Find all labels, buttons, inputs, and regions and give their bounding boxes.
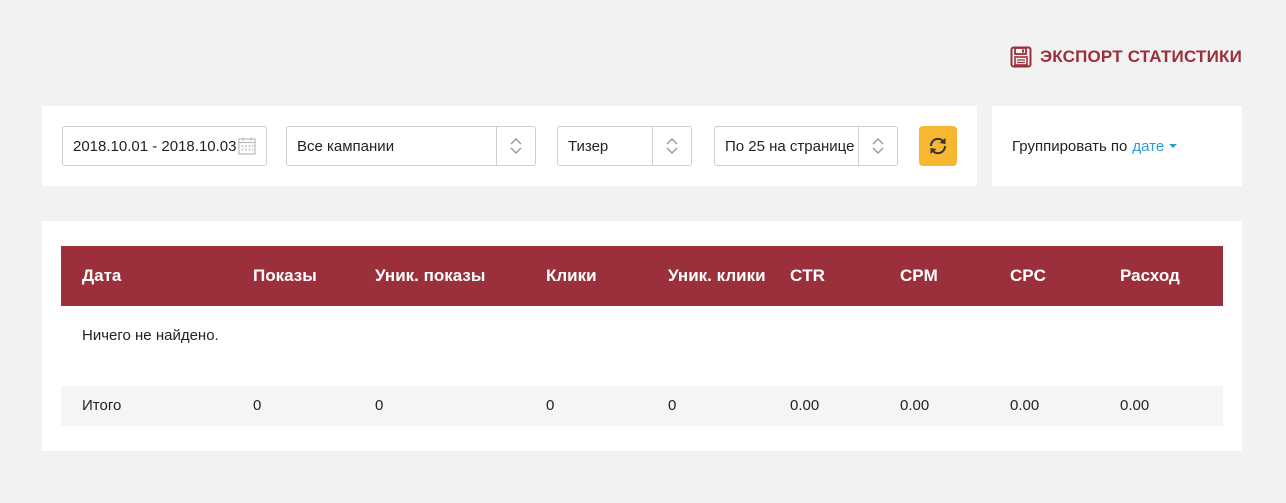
calendar-icon: [238, 137, 256, 155]
filters-panel: 2018.10.01 - 2018.10.03 Все кампании Тиз…: [42, 106, 977, 186]
ad-type-value: Тизер: [568, 137, 609, 155]
grouping-label: Группировать по: [1012, 137, 1128, 155]
totals-cell: Итого: [82, 397, 122, 414]
grouping-dropdown[interactable]: дате: [1132, 137, 1178, 155]
grouping-panel: Группировать по дате: [992, 106, 1242, 186]
chevron-up-down-icon: [666, 138, 678, 154]
column-header[interactable]: Расход: [1120, 246, 1180, 306]
column-header[interactable]: Показы: [253, 246, 317, 306]
date-range-value: 2018.10.01 - 2018.10.03: [73, 137, 237, 155]
grouping-value: дате: [1132, 137, 1165, 155]
per-page-value: По 25 на странице: [725, 137, 855, 155]
floppy-disk-icon: [1010, 46, 1032, 68]
empty-message: Ничего не найдено.: [82, 327, 219, 344]
chevron-up-down-icon: [510, 138, 522, 154]
column-header[interactable]: CTR: [790, 246, 825, 306]
export-label: ЭКСПОРТ СТАТИСТИКИ: [1039, 47, 1242, 66]
ad-type-select-toggle[interactable]: [652, 127, 691, 165]
campaign-select-toggle[interactable]: [496, 127, 535, 165]
export-statistics-button[interactable]: ЭКСПОРТ СТАТИСТИКИ: [1010, 46, 1242, 68]
totals-cell: 0.00: [1010, 397, 1040, 414]
campaign-value: Все кампании: [297, 137, 395, 155]
column-header[interactable]: CPM: [900, 246, 938, 306]
column-header[interactable]: Дата: [82, 246, 121, 306]
caret-down-icon: [1169, 144, 1178, 148]
totals-cell: 0.00: [900, 397, 930, 414]
column-header[interactable]: Клики: [546, 246, 597, 306]
chevron-up-down-icon: [872, 138, 884, 154]
statistics-page: ЭКСПОРТ СТАТИСТИКИ 2018.10.01 - 2018.10.…: [0, 0, 1286, 503]
table-header: Дата Показы Уник. показы Клики Уник. кли…: [61, 246, 1223, 306]
totals-cell: 0: [668, 397, 677, 414]
column-header[interactable]: CPC: [1010, 246, 1046, 306]
statistics-table: Дата Показы Уник. показы Клики Уник. кли…: [42, 221, 1242, 451]
date-range-picker[interactable]: 2018.10.01 - 2018.10.03: [62, 126, 267, 166]
totals-cell: 0.00: [1120, 397, 1150, 414]
totals-row: Итого 0 0 0 0 0.00 0.00 0.00 0.00: [61, 386, 1223, 426]
column-header[interactable]: Уник. клики: [668, 246, 766, 306]
campaign-select[interactable]: Все кампании: [286, 126, 536, 166]
per-page-select-toggle[interactable]: [858, 127, 897, 165]
totals-cell: 0.00: [790, 397, 820, 414]
totals-cell: 0: [375, 397, 384, 414]
column-header[interactable]: Уник. показы: [375, 246, 485, 306]
totals-cell: 0: [253, 397, 262, 414]
refresh-button[interactable]: [919, 126, 957, 166]
ad-type-select[interactable]: Тизер: [557, 126, 692, 166]
refresh-icon: [929, 137, 947, 155]
totals-cell: 0: [546, 397, 555, 414]
per-page-select[interactable]: По 25 на странице: [714, 126, 898, 166]
